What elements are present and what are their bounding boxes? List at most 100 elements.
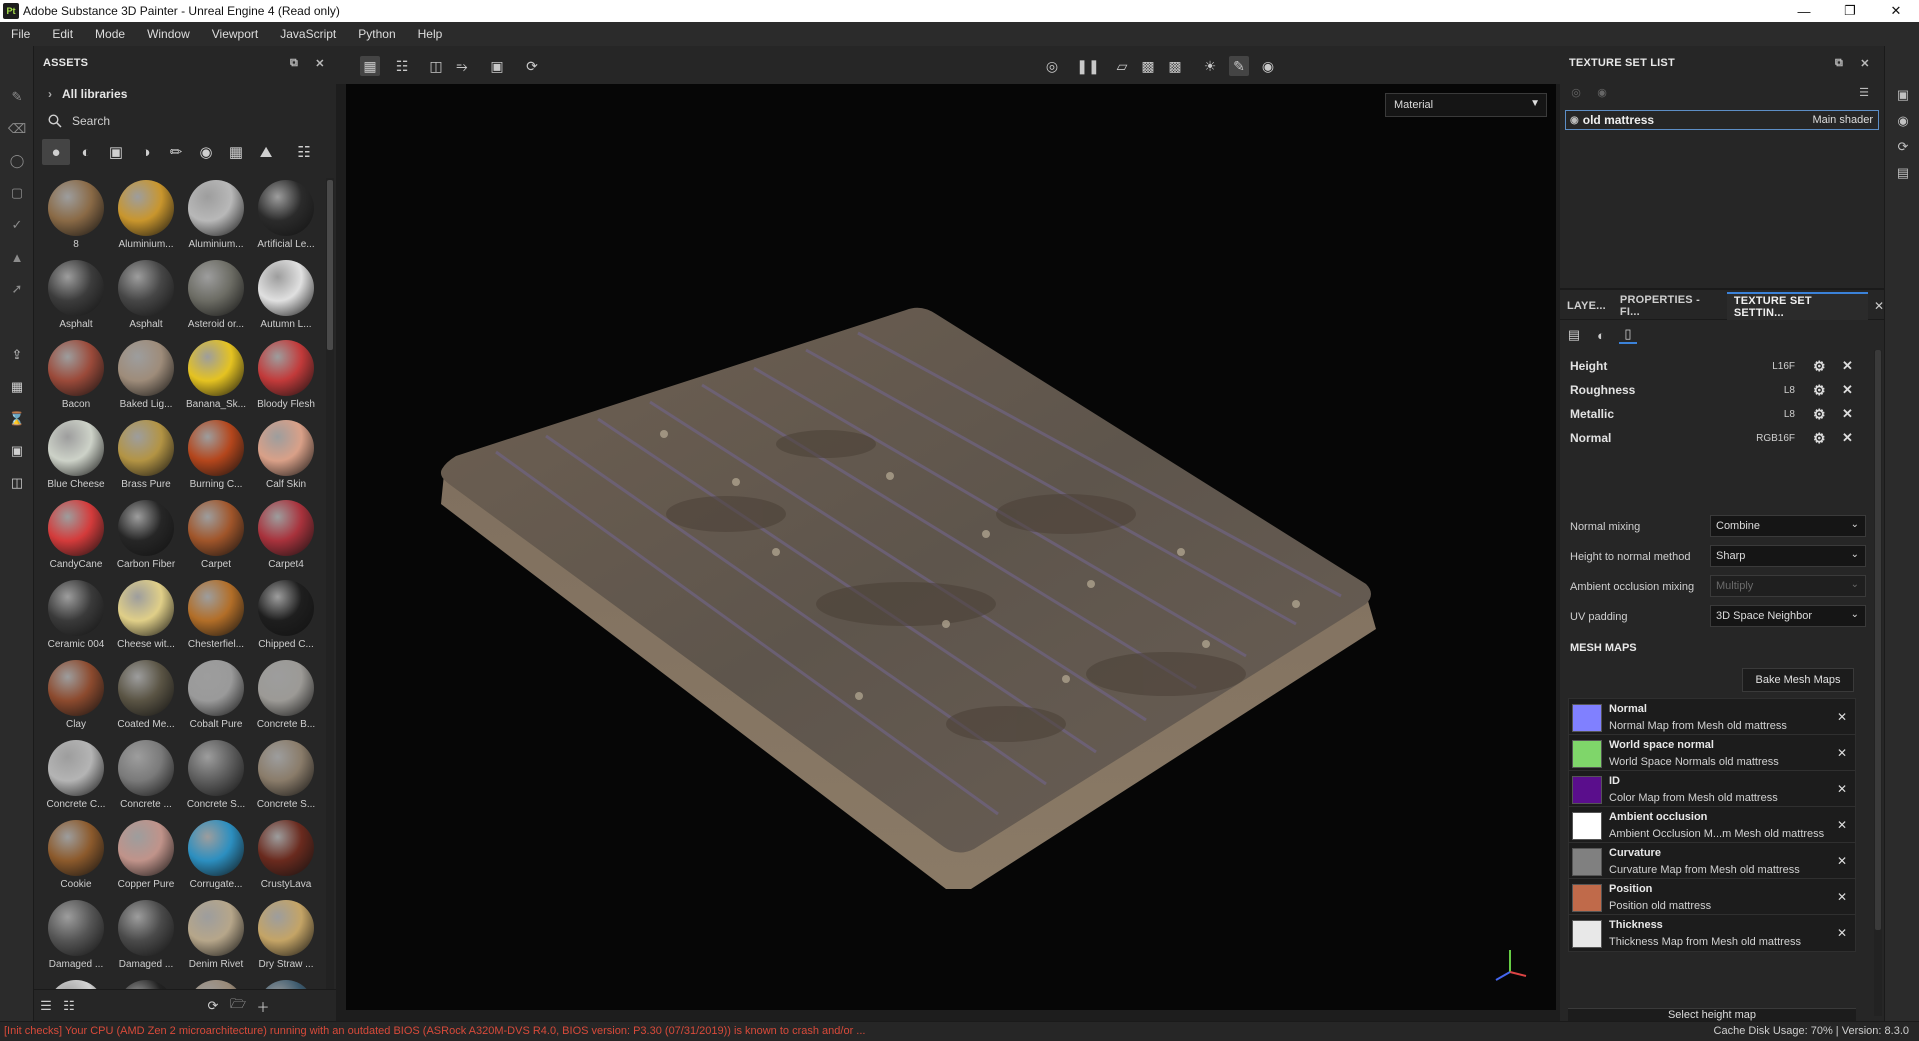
asset-tile[interactable]: Ceramic 004 xyxy=(42,578,110,656)
asset-tile[interactable]: CandyCane xyxy=(42,498,110,576)
mesh-maps-subtab-icon[interactable]: ▯ xyxy=(1619,326,1637,344)
asset-tile[interactable]: Carpet xyxy=(182,498,250,576)
tab-properties[interactable]: PROPERTIES - FI... xyxy=(1613,292,1727,320)
asset-tile[interactable]: Asphalt xyxy=(112,258,180,336)
assets-scrollbar[interactable] xyxy=(326,178,334,1033)
shader-subtab-icon[interactable]: ◐ xyxy=(1592,326,1610,344)
mesh-map-row[interactable]: Normal Normal Map from Mesh old mattress ✕ xyxy=(1568,698,1856,736)
eraser-icon[interactable]: ⌫ xyxy=(8,120,26,138)
masks-filter-icon[interactable]: ▣ xyxy=(102,139,130,165)
frame-icon[interactable]: ▣ xyxy=(487,56,507,76)
texture-set-item[interactable]: ◉ old mattress Main shader xyxy=(1565,110,1879,130)
mesh-map-thumbnail[interactable] xyxy=(1572,920,1602,948)
asset-tile[interactable]: Artificial Le... xyxy=(252,178,320,256)
uv-padding-select[interactable]: 3D Space Neighbor ⌄ xyxy=(1710,605,1866,627)
symmetry-icon[interactable]: ◫ xyxy=(426,56,446,76)
alphas-filter-icon[interactable]: ◉ xyxy=(192,139,220,165)
asset-tile[interactable]: Cobalt Pure xyxy=(182,658,250,736)
mesh-map-source[interactable]: Ambient Occlusion M...m Mesh old mattres… xyxy=(1609,828,1824,840)
remove-channel-icon[interactable]: ✕ xyxy=(1842,382,1853,398)
mesh-map-row[interactable]: Position Position old mattress ✕ xyxy=(1568,878,1856,916)
asset-tile[interactable]: Asphalt xyxy=(42,258,110,336)
paint-brush-icon[interactable]: ✎ xyxy=(8,88,26,106)
asset-tile[interactable]: Carpet4 xyxy=(252,498,320,576)
grid-view-icon[interactable]: ☷ xyxy=(290,139,318,165)
channel-format[interactable]: L16F xyxy=(1735,361,1795,372)
asset-tile[interactable]: Bacon xyxy=(42,338,110,416)
mesh-map-source[interactable]: Color Map from Mesh old mattress xyxy=(1609,792,1778,804)
gear-icon[interactable]: ⚙ xyxy=(1813,430,1826,447)
asset-tile[interactable]: 8 xyxy=(42,178,110,256)
display-settings-dock-icon[interactable]: ◉ xyxy=(1894,112,1912,130)
mesh-map-thumbnail[interactable] xyxy=(1572,740,1602,768)
maximize-icon[interactable]: ❐ xyxy=(1827,0,1873,22)
asset-tile[interactable]: Denim Rivet xyxy=(182,898,250,976)
menu-help[interactable]: Help xyxy=(407,27,454,41)
remove-mesh-map-icon[interactable]: ✕ xyxy=(1837,710,1847,724)
undock-icon[interactable]: ⧉ xyxy=(1831,55,1847,71)
remove-channel-icon[interactable]: ✕ xyxy=(1842,358,1853,374)
status-warning[interactable]: [Init checks] Your CPU (AMD Zen 2 microa… xyxy=(4,1025,865,1037)
smudge-icon[interactable]: ✓ xyxy=(8,216,26,234)
normal-mixing-select[interactable]: Combine ⌄ xyxy=(1710,515,1866,537)
asset-tile[interactable]: Corrugate... xyxy=(182,818,250,896)
mesh-map-thumbnail[interactable] xyxy=(1572,812,1602,840)
texture-set-icon[interactable]: ▣ xyxy=(8,442,26,460)
environments-filter-icon[interactable]: ⛰ xyxy=(252,139,280,165)
tab-layers[interactable]: LAYE... xyxy=(1560,292,1613,320)
remove-channel-icon[interactable]: ✕ xyxy=(1842,406,1853,422)
remove-mesh-map-icon[interactable]: ✕ xyxy=(1837,818,1847,832)
menu-viewport[interactable]: Viewport xyxy=(201,27,269,41)
textures-filter-icon[interactable]: ▦ xyxy=(222,139,250,165)
remove-mesh-map-icon[interactable]: ✕ xyxy=(1837,746,1847,760)
display-settings-icon[interactable]: ◫ xyxy=(8,474,26,492)
mesh-map-thumbnail[interactable] xyxy=(1572,884,1602,912)
mesh-map-source[interactable]: World Space Normals old mattress xyxy=(1609,756,1779,768)
visibility-icon[interactable]: ◉ xyxy=(1594,84,1610,100)
mesh-map-thumbnail[interactable] xyxy=(1572,848,1602,876)
asset-tile[interactable]: Chesterfiel... xyxy=(182,578,250,656)
asset-tile[interactable]: Aluminium... xyxy=(112,178,180,256)
asset-tile[interactable]: Cheese wit... xyxy=(112,578,180,656)
mesh-map-thumbnail[interactable] xyxy=(1572,704,1602,732)
asset-tile[interactable]: Autumn L... xyxy=(252,258,320,336)
asset-tile[interactable]: Concrete S... xyxy=(182,738,250,816)
mirror-icon[interactable]: ⥱ xyxy=(452,56,472,76)
asset-tile[interactable]: Cookie xyxy=(42,818,110,896)
asset-tile[interactable]: Copper Pure xyxy=(112,818,180,896)
remove-mesh-map-icon[interactable]: ✕ xyxy=(1837,890,1847,904)
menu-mode[interactable]: Mode xyxy=(84,27,136,41)
materials-filter-icon[interactable]: ● xyxy=(42,139,70,165)
color-picker-icon[interactable]: ➚ xyxy=(8,280,26,298)
assets-icon[interactable]: ⇪ xyxy=(8,346,26,364)
asset-tile[interactable]: Dry Straw ... xyxy=(252,898,320,976)
refresh-icon[interactable]: ⟳ xyxy=(204,997,222,1015)
channel-format[interactable]: RGB16F xyxy=(1735,433,1795,444)
remove-mesh-map-icon[interactable]: ✕ xyxy=(1837,782,1847,796)
gear-icon[interactable]: ⚙ xyxy=(1813,358,1826,375)
asset-tile[interactable]: Concrete ... xyxy=(112,738,180,816)
mesh-map-source[interactable]: Position old mattress xyxy=(1609,900,1711,912)
history-dock-icon[interactable]: ⟳ xyxy=(1894,138,1912,156)
undock-icon[interactable]: ⧉ xyxy=(286,55,302,71)
screenshot-icon[interactable]: ◉ xyxy=(1258,56,1278,76)
bake-mesh-maps-button[interactable]: Bake Mesh Maps xyxy=(1742,668,1854,692)
gear-icon[interactable]: ⚙ xyxy=(1813,382,1826,399)
lights-icon[interactable]: ☀ xyxy=(1200,56,1220,76)
paint-mode-icon[interactable]: ✎ xyxy=(1229,56,1249,76)
close-icon[interactable]: ✕ xyxy=(1873,0,1919,22)
camera-icon[interactable]: ▩ xyxy=(1165,56,1185,76)
tab-texture-set-settings[interactable]: TEXTURE SET SETTIN... xyxy=(1726,291,1868,320)
asset-tile[interactable]: Baked Lig... xyxy=(112,338,180,416)
remove-mesh-map-icon[interactable]: ✕ xyxy=(1837,854,1847,868)
asset-tile[interactable]: Carbon Fiber xyxy=(112,498,180,576)
generators-filter-icon[interactable]: ◑ xyxy=(132,139,160,165)
uv-grid-icon[interactable]: ▦ xyxy=(360,56,380,76)
bake-icon[interactable]: ⌛ xyxy=(8,410,26,428)
menu-window[interactable]: Window xyxy=(136,27,201,41)
select-height-map[interactable]: Select height map xyxy=(1568,1008,1856,1022)
2d-view-icon[interactable]: ▱ xyxy=(1112,56,1132,76)
menu-edit[interactable]: Edit xyxy=(41,27,84,41)
mesh-map-row[interactable]: Curvature Curvature Map from Mesh old mat… xyxy=(1568,842,1856,880)
asset-tile[interactable]: Damaged ... xyxy=(42,898,110,976)
